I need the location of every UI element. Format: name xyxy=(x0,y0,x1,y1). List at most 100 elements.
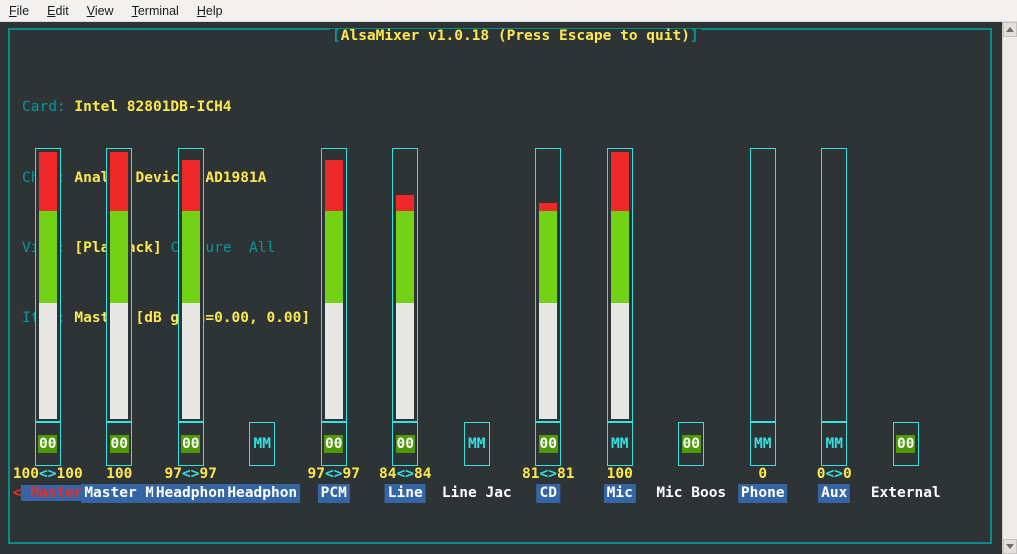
menu-mnemonic: V xyxy=(86,3,95,18)
mute-indicator-active[interactable]: 00 xyxy=(535,422,562,466)
channel-label[interactable]: Master M xyxy=(81,484,158,503)
channel-label[interactable]: CD xyxy=(536,484,560,503)
menu-item-terminal[interactable]: Terminal xyxy=(123,2,188,20)
channel-value-left: 97 xyxy=(307,466,326,482)
channel-value-left: 100 xyxy=(106,466,133,482)
channel-strip[interactable]: 00 100<>100 < Master > xyxy=(12,22,100,554)
mute-indicator-active[interactable]: 00 xyxy=(177,422,204,466)
channel-value: 0 xyxy=(758,466,767,482)
channel-label[interactable]: Line Jac xyxy=(439,484,515,503)
mute-tag-label: 00 xyxy=(324,435,344,453)
channel-value: 100 xyxy=(106,466,132,482)
channel-label[interactable]: Mic Boos xyxy=(653,484,729,503)
channel-strip[interactable]: 00 External xyxy=(870,22,942,554)
volume-segment xyxy=(324,302,343,419)
mute-indicator-active[interactable]: 00 xyxy=(678,422,705,466)
channel-value-right: 81 xyxy=(556,466,575,482)
mute-indicator-muted[interactable]: MM xyxy=(749,422,776,466)
channel-label[interactable]: Mic xyxy=(603,484,636,503)
channel-value: 0<>0 xyxy=(817,466,852,482)
mute-indicator-active[interactable]: 00 xyxy=(392,422,419,466)
channel-label[interactable]: Line xyxy=(384,484,426,503)
channel-label[interactable]: < Master > xyxy=(13,484,100,503)
menu-mnemonic: H xyxy=(196,3,206,18)
volume-segment xyxy=(181,210,200,303)
menu-mnemonic: T xyxy=(131,3,138,18)
volume-segment xyxy=(539,210,558,303)
menu-item-help[interactable]: Help xyxy=(188,2,232,20)
mute-indicator-active[interactable]: 00 xyxy=(106,422,133,466)
channel-value: 97<>97 xyxy=(308,466,360,482)
volume-bar[interactable] xyxy=(535,148,562,422)
channel-value: 84<>84 xyxy=(379,466,431,482)
volume-bar[interactable] xyxy=(821,148,848,422)
mute-tag-label: 00 xyxy=(681,435,701,453)
mute-indicator-muted[interactable]: MM xyxy=(606,422,633,466)
volume-bar-track xyxy=(324,151,343,419)
channel-value: 100<>100 xyxy=(13,466,83,482)
menu-item-view[interactable]: View xyxy=(78,2,123,20)
channel-label[interactable]: Aux xyxy=(818,484,851,503)
channel-strip[interactable]: MM Headphon xyxy=(224,22,301,554)
volume-bar[interactable] xyxy=(749,148,776,422)
menu-bar: File Edit View Terminal Help xyxy=(0,0,1017,22)
channel-value-separator: <> xyxy=(39,466,57,482)
volume-bar-fill xyxy=(38,152,57,419)
volume-segment xyxy=(110,302,129,419)
channel-value-right: 97 xyxy=(199,466,217,482)
volume-segment xyxy=(539,302,558,419)
channel-strip[interactable]: 00 Mic Boos xyxy=(656,22,728,554)
volume-bar[interactable] xyxy=(34,148,61,422)
volume-bar-track xyxy=(110,151,129,419)
channel-value-left: 0 xyxy=(758,466,768,482)
volume-bar[interactable] xyxy=(320,148,347,422)
channel-strip[interactable]: 00 81<>81 CD xyxy=(513,22,585,554)
terminal-scrollbar[interactable] xyxy=(1002,22,1017,554)
mute-indicator-active[interactable]: 00 xyxy=(320,422,347,466)
channel-label[interactable]: Phone xyxy=(737,484,788,503)
channel-value-separator: <> xyxy=(825,466,843,482)
mute-tag-label: MM xyxy=(754,436,772,452)
channel-strip[interactable]: 00 97<>97 Headphon xyxy=(152,22,229,554)
menu-item-file[interactable]: File xyxy=(0,2,38,20)
mute-tag-label: 00 xyxy=(896,435,916,453)
volume-bar[interactable] xyxy=(106,148,133,422)
mute-tag-label: 00 xyxy=(538,435,558,453)
volume-segment xyxy=(110,210,129,303)
channel-label[interactable]: PCM xyxy=(317,484,350,503)
scroll-up-button[interactable] xyxy=(1003,22,1017,37)
prev-channel-arrow[interactable]: < xyxy=(13,485,22,501)
volume-bar[interactable] xyxy=(392,148,419,422)
mute-indicator-active[interactable]: 00 xyxy=(34,422,61,466)
channel-strip[interactable]: MM 100 Mic xyxy=(584,22,656,554)
channel-label[interactable]: External xyxy=(868,484,944,503)
channel-strip[interactable]: MM Line Jac xyxy=(441,22,513,554)
mute-indicator-muted[interactable]: MM xyxy=(249,422,276,466)
volume-segment xyxy=(610,210,629,303)
channel-strip[interactable]: MM 0<>0 Aux xyxy=(799,22,871,554)
volume-segment xyxy=(610,302,629,419)
mute-indicator-muted[interactable]: MM xyxy=(821,422,848,466)
volume-bar-track xyxy=(825,151,843,419)
channel-strip[interactable]: 00 84<>84 Line xyxy=(370,22,442,554)
channel-strip[interactable]: MM 0 Phone xyxy=(727,22,799,554)
mute-indicator-active[interactable]: 00 xyxy=(892,422,919,466)
channel-strip[interactable]: 00 97<>97 PCM xyxy=(298,22,370,554)
volume-bar[interactable] xyxy=(606,148,633,422)
channel-value-left: 0 xyxy=(816,466,826,482)
channel-strip[interactable]: 00 100 Master M xyxy=(81,22,158,554)
channel-value: 97<>97 xyxy=(165,466,217,482)
mute-tag-label: 00 xyxy=(395,435,415,453)
volume-bar[interactable] xyxy=(177,148,204,422)
volume-bar-track xyxy=(396,151,415,419)
channel-label[interactable]: Headphon xyxy=(152,484,229,503)
volume-bar-track xyxy=(754,151,772,419)
chevron-down-icon xyxy=(1006,544,1014,549)
volume-bar-fill xyxy=(396,194,415,419)
terminal-window[interactable]: [AlsaMixer v1.0.18 (Press Escape to quit… xyxy=(0,22,1002,554)
menu-item-edit[interactable]: Edit xyxy=(38,2,78,20)
scroll-down-button[interactable] xyxy=(1003,539,1017,554)
mute-indicator-muted[interactable]: MM xyxy=(463,422,490,466)
channel-value: 100 xyxy=(607,466,633,482)
channel-label[interactable]: Headphon xyxy=(224,484,301,503)
